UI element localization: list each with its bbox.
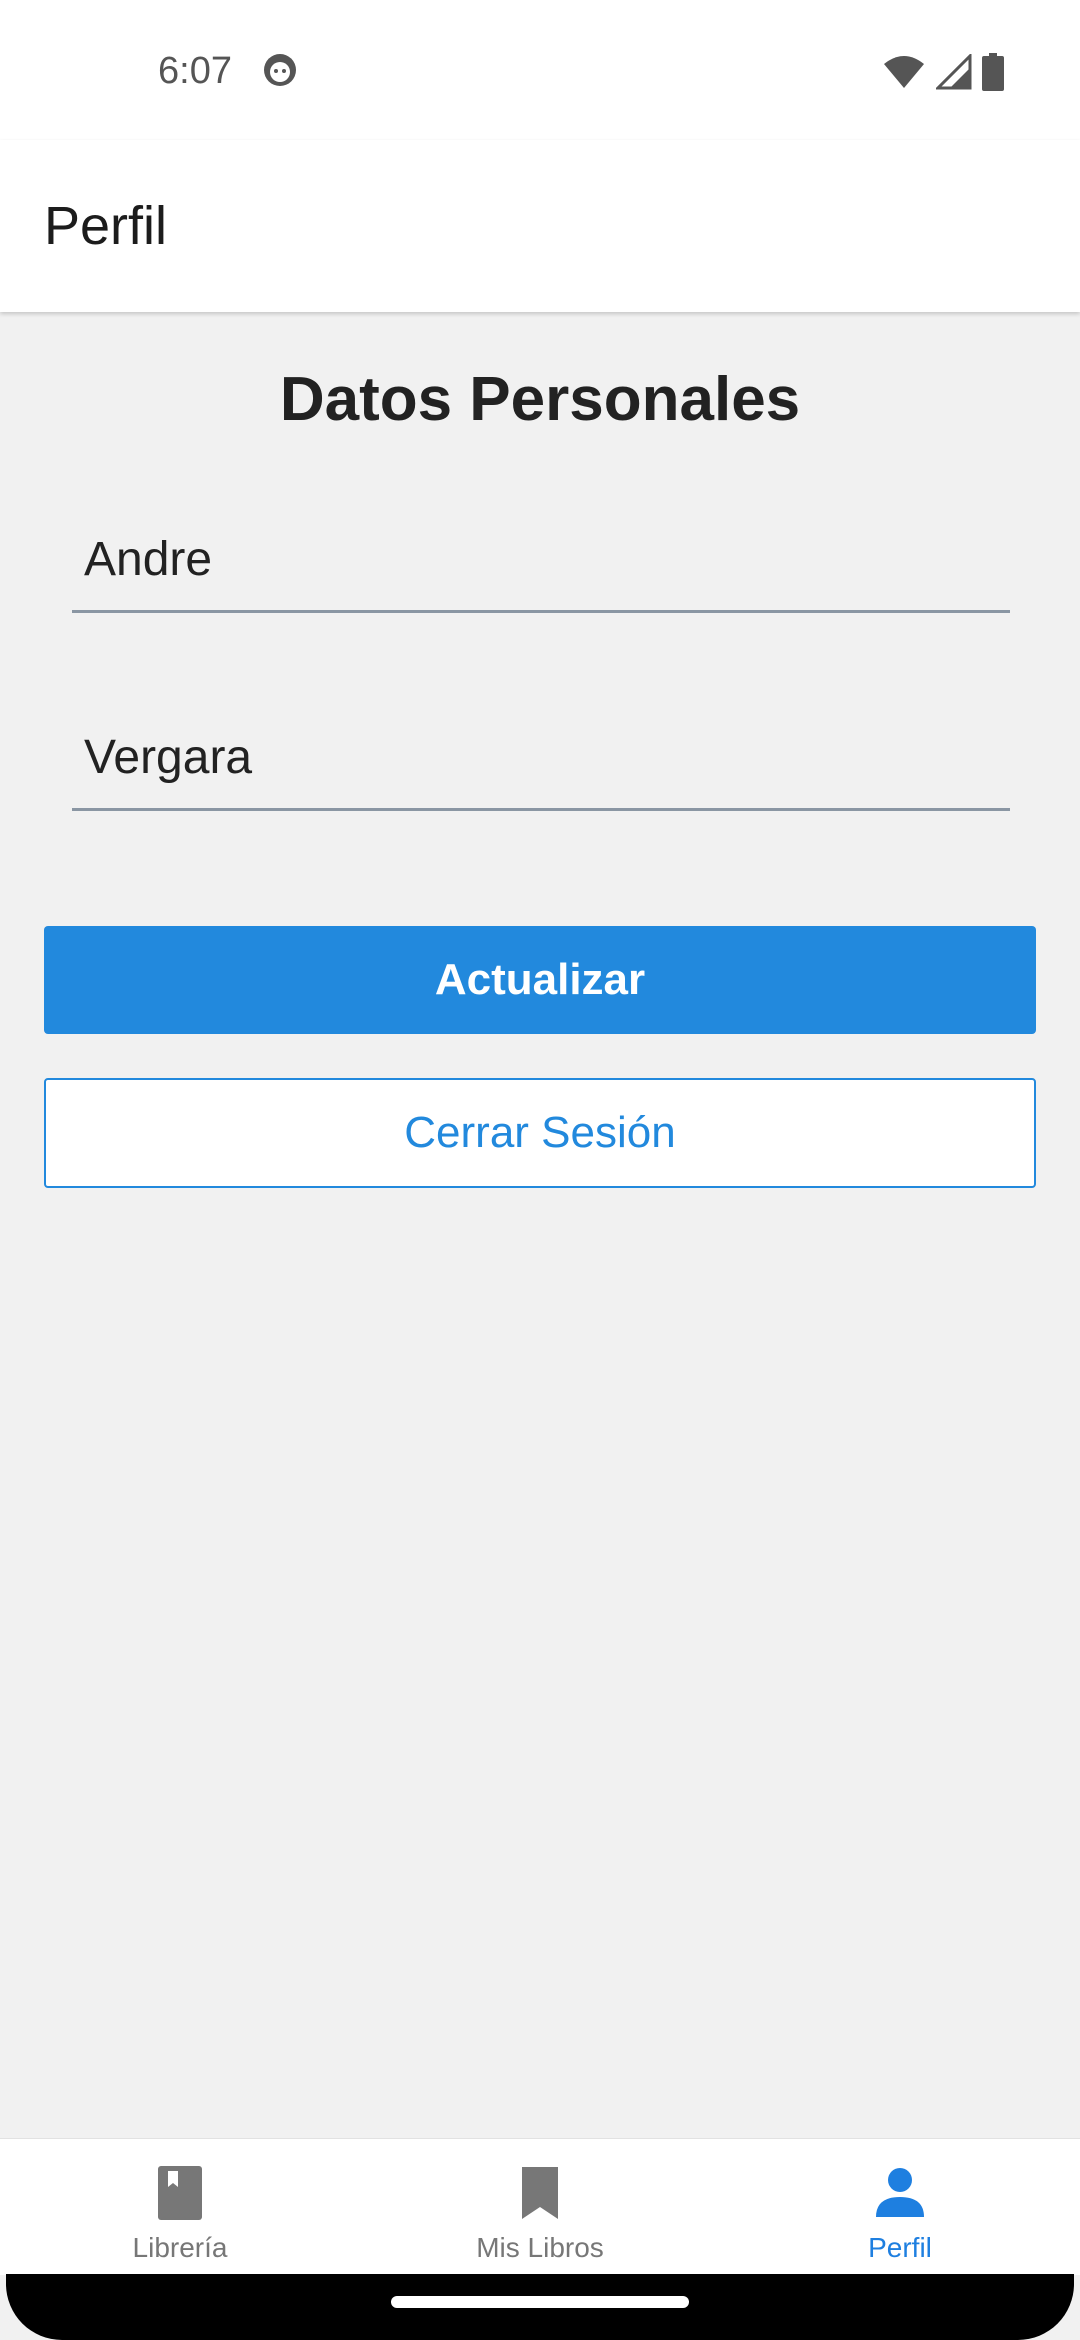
status-time: 6:07 [158, 50, 232, 92]
status-bar: 6:07 [0, 0, 1080, 140]
gesture-bar [6, 2274, 1074, 2340]
first-name-field[interactable] [72, 514, 1010, 613]
status-icons [882, 52, 1004, 92]
logout-button[interactable]: Cerrar Sesión [44, 1078, 1036, 1188]
nav-item-mis-libros[interactable]: Mis Libros [360, 2139, 720, 2275]
nav-item-libreria[interactable]: Librería [0, 2139, 360, 2275]
section-title: Datos Personales [279, 365, 801, 434]
nav-label-perfil: Perfil [868, 2232, 932, 2263]
wifi-icon [884, 56, 924, 88]
nav-label-libreria: Librería [132, 2232, 228, 2263]
signal-icon [936, 54, 972, 90]
bookmark-icon [522, 2167, 558, 2219]
person-icon [876, 2168, 924, 2217]
bottom-nav: Librería Mis Libros Perfil [0, 2138, 1080, 2275]
first-name-input[interactable] [84, 514, 994, 604]
book-icon [158, 2166, 202, 2220]
update-button[interactable]: Actualizar [44, 926, 1036, 1034]
app-bar: Perfil [0, 140, 1080, 312]
last-name-input[interactable] [84, 712, 994, 802]
nav-item-perfil[interactable]: Perfil [720, 2139, 1080, 2275]
battery-icon [982, 53, 1004, 91]
nav-label-mis-libros: Mis Libros [476, 2232, 604, 2263]
home-gesture-handle[interactable] [391, 2296, 689, 2308]
app-notification-icon [264, 54, 296, 86]
last-name-field[interactable] [72, 712, 1010, 811]
page-title: Perfil [44, 196, 168, 256]
